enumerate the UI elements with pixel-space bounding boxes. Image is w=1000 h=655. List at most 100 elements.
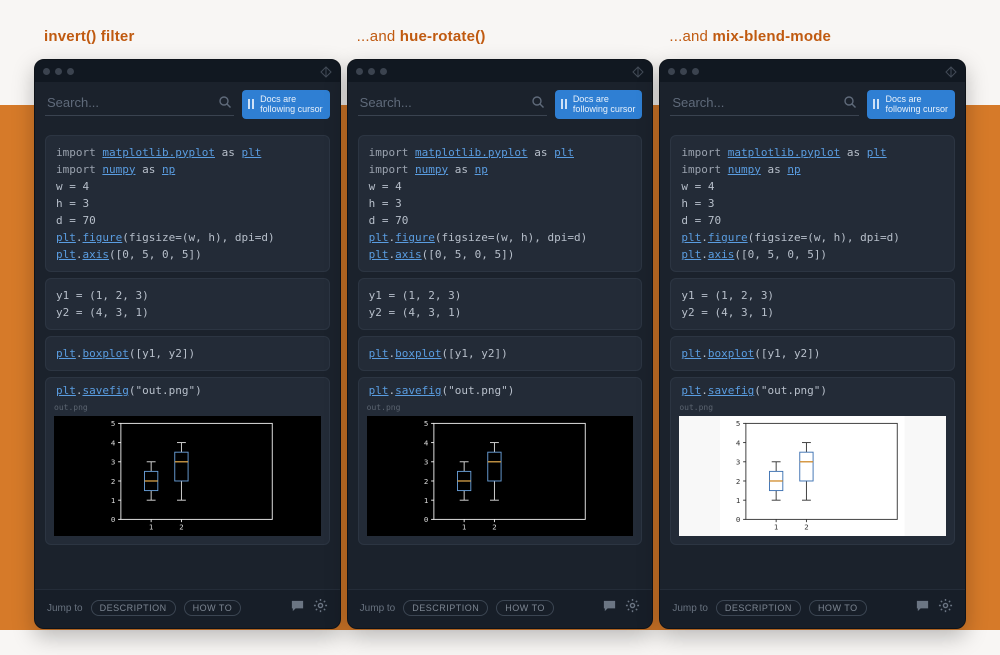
- code-block: y1 = (1, 2, 3) y2 = (4, 3, 1): [45, 278, 330, 330]
- svg-text:2: 2: [111, 477, 115, 486]
- svg-text:1: 1: [111, 496, 115, 505]
- docs-button-label: Docs arefollowing cursor: [260, 94, 323, 115]
- svg-text:2: 2: [736, 477, 740, 486]
- code-block: import matplotlib.pyplot as plt import n…: [670, 135, 955, 272]
- svg-text:3: 3: [424, 458, 428, 467]
- plot-filename: out.png: [671, 399, 954, 414]
- plot-output-block: plt.savefig("out.png")out.png01234512: [670, 377, 955, 545]
- column: invert() filterDocs arefollowing cursori…: [34, 0, 341, 629]
- app-window: Docs arefollowing cursor import matplotli…: [659, 59, 966, 629]
- code-block: import matplotlib.pyplot as plt import n…: [358, 135, 643, 272]
- traffic-light-dot: [67, 68, 74, 75]
- column: ...and hue-rotate()Docs arefollowing cur…: [347, 0, 654, 629]
- traffic-light-dot: [43, 68, 50, 75]
- search-input[interactable]: [358, 93, 547, 114]
- docs-follow-button[interactable]: Docs arefollowing cursor: [242, 90, 330, 119]
- jump-to-label: Jump to: [47, 603, 83, 614]
- column-title: ...and mix-blend-mode: [659, 0, 966, 59]
- pause-icon: [873, 99, 879, 109]
- code-block: plt.boxplot([y1, y2]): [670, 336, 955, 371]
- gear-icon[interactable]: [625, 598, 640, 618]
- traffic-light-dot: [680, 68, 687, 75]
- svg-text:0: 0: [736, 515, 740, 524]
- footer-bar: Jump to DESCRIPTION HOW TO: [660, 589, 965, 628]
- column-title: ...and hue-rotate(): [347, 0, 654, 59]
- search-icon: [218, 95, 232, 114]
- search-icon: [843, 95, 857, 114]
- search-input[interactable]: [45, 93, 234, 114]
- svg-text:5: 5: [736, 419, 740, 428]
- column-title: invert() filter: [34, 0, 341, 59]
- svg-text:1: 1: [774, 523, 778, 532]
- pill-description[interactable]: DESCRIPTION: [403, 600, 488, 616]
- search-field[interactable]: [45, 92, 234, 116]
- svg-text:1: 1: [462, 523, 466, 532]
- pill-howto[interactable]: HOW TO: [184, 600, 242, 616]
- svg-text:5: 5: [424, 419, 428, 428]
- traffic-light-dot: [368, 68, 375, 75]
- window-titlebar: [348, 60, 653, 82]
- traffic-light-dot: [55, 68, 62, 75]
- top-row: Docs arefollowing cursor: [35, 82, 340, 125]
- docs-follow-button[interactable]: Docs arefollowing cursor: [867, 90, 955, 119]
- plot-filename: out.png: [359, 399, 642, 414]
- gear-icon[interactable]: [938, 598, 953, 618]
- plot-filename: out.png: [46, 399, 329, 414]
- footer-bar: Jump to DESCRIPTION HOW TO: [35, 589, 340, 628]
- svg-text:3: 3: [111, 458, 115, 467]
- traffic-light-dot: [668, 68, 675, 75]
- window-titlebar: [660, 60, 965, 82]
- plot-image: 01234512: [54, 416, 321, 536]
- svg-text:2: 2: [424, 477, 428, 486]
- docs-button-label: Docs arefollowing cursor: [573, 94, 636, 115]
- search-icon: [531, 95, 545, 114]
- search-input[interactable]: [670, 93, 859, 114]
- svg-text:1: 1: [736, 496, 740, 505]
- footer-bar: Jump to DESCRIPTION HOW TO: [348, 589, 653, 628]
- window-titlebar: [35, 60, 340, 82]
- content-area: import matplotlib.pyplot as plt import n…: [348, 125, 653, 589]
- column: ...and mix-blend-modeDocs arefollowing c…: [659, 0, 966, 629]
- pill-description[interactable]: DESCRIPTION: [716, 600, 801, 616]
- pause-icon: [561, 99, 567, 109]
- chat-icon[interactable]: [602, 598, 617, 618]
- svg-text:3: 3: [736, 458, 740, 467]
- traffic-light-dot: [380, 68, 387, 75]
- svg-text:4: 4: [736, 439, 741, 448]
- svg-text:5: 5: [111, 419, 115, 428]
- app-window: Docs arefollowing cursor import matplotli…: [347, 59, 654, 629]
- content-area: import matplotlib.pyplot as plt import n…: [660, 125, 965, 589]
- top-row: Docs arefollowing cursor: [348, 82, 653, 125]
- search-field[interactable]: [670, 92, 859, 116]
- code-block: plt.boxplot([y1, y2]): [45, 336, 330, 371]
- svg-text:2: 2: [179, 523, 183, 532]
- code-block: y1 = (1, 2, 3) y2 = (4, 3, 1): [358, 278, 643, 330]
- chat-icon[interactable]: [290, 598, 305, 618]
- svg-text:2: 2: [805, 523, 809, 532]
- plot-output-block: plt.savefig("out.png")out.png01234512: [358, 377, 643, 545]
- svg-text:4: 4: [424, 439, 429, 448]
- svg-text:0: 0: [111, 515, 115, 524]
- pill-description[interactable]: DESCRIPTION: [91, 600, 176, 616]
- gear-icon[interactable]: [313, 598, 328, 618]
- traffic-light-dot: [692, 68, 699, 75]
- plot-output-block: plt.savefig("out.png")out.png01234512: [45, 377, 330, 545]
- search-field[interactable]: [358, 92, 547, 116]
- code-block: plt.savefig("out.png"): [46, 378, 329, 399]
- panels-row: invert() filter Docs arefollowing cursor i…: [0, 0, 1000, 629]
- code-block: plt.boxplot([y1, y2]): [358, 336, 643, 371]
- code-block: y1 = (1, 2, 3) y2 = (4, 3, 1): [670, 278, 955, 330]
- pill-howto[interactable]: HOW TO: [496, 600, 554, 616]
- traffic-light-dot: [356, 68, 363, 75]
- chat-icon[interactable]: [915, 598, 930, 618]
- code-block: plt.savefig("out.png"): [359, 378, 642, 399]
- svg-text:4: 4: [111, 439, 116, 448]
- kite-logo-icon: [632, 65, 644, 77]
- pill-howto[interactable]: HOW TO: [809, 600, 867, 616]
- docs-follow-button[interactable]: Docs arefollowing cursor: [555, 90, 643, 119]
- plot-image: 0 1 2 3 4 5 1 2: [679, 416, 946, 536]
- jump-to-label: Jump to: [672, 603, 708, 614]
- jump-to-label: Jump to: [360, 603, 396, 614]
- plot-image: 01234512: [367, 416, 634, 536]
- svg-text:2: 2: [492, 523, 496, 532]
